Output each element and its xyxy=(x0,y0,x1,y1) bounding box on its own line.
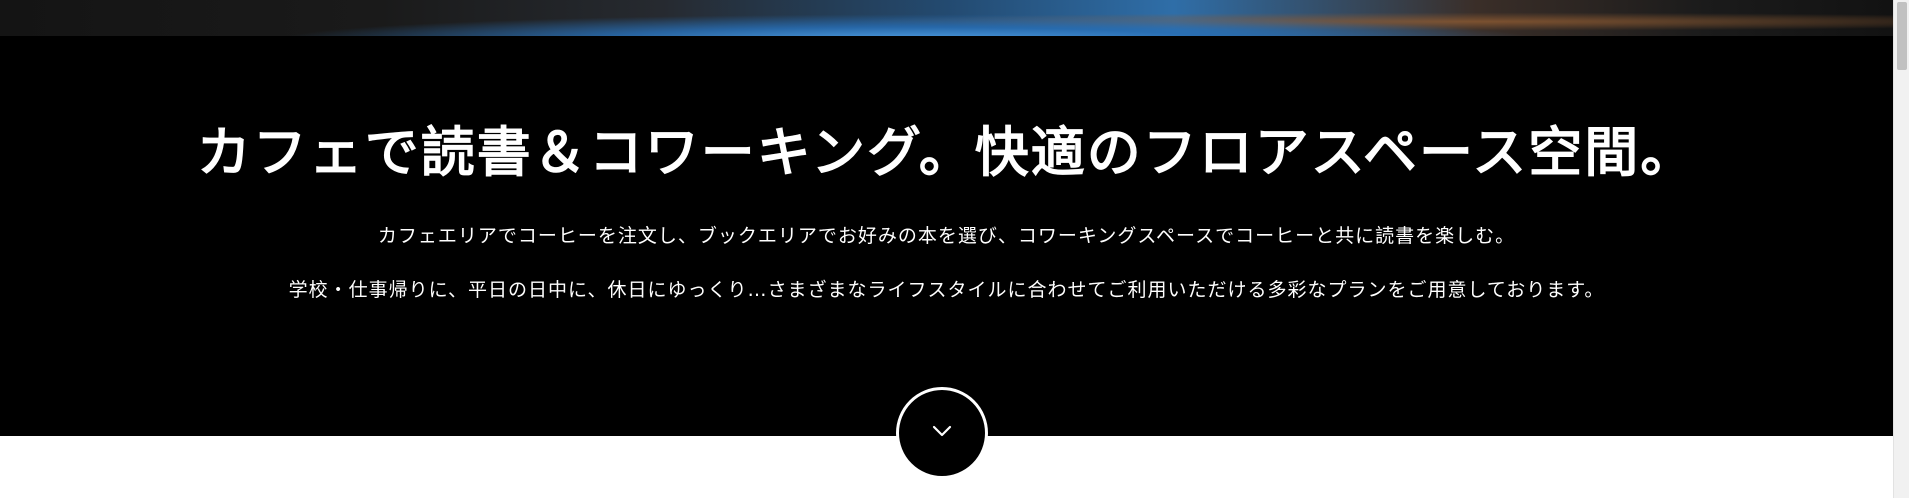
chevron-down-icon xyxy=(927,416,957,450)
intro-text-line-1: カフェエリアでコーヒーを注文し、ブックエリアでお好みの本を選び、コワーキングスペ… xyxy=(377,225,1516,247)
scrollbar-thumb[interactable] xyxy=(1897,2,1907,70)
hero-image-strip xyxy=(0,0,1893,36)
vertical-scrollbar[interactable] xyxy=(1893,0,1909,498)
page: カフェで読書＆コワーキング。快適のフロアスペース空間。 カフェエリアでコーヒーを… xyxy=(0,0,1909,498)
scroll-down-button[interactable] xyxy=(896,387,988,479)
intro-text-line-2: 学校・仕事帰りに、平日の日中に、休日にゆっくり…さまざまなライフスタイルに合わせ… xyxy=(288,279,1605,301)
page-headline: カフェで読書＆コワーキング。快適のフロアスペース空間。 xyxy=(196,120,1697,184)
